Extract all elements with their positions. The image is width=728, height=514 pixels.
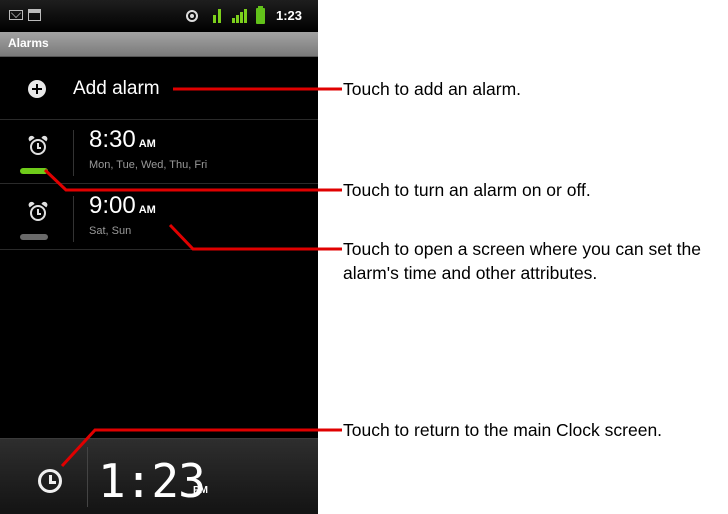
leader-line-toggle <box>43 168 342 192</box>
callout-toggle-alarm: Touch to turn an alarm on or off. <box>343 180 591 200</box>
callout-clock: Touch to return to the main Clock screen… <box>343 420 663 440</box>
leader-line-open <box>168 223 342 251</box>
leader-line-clock <box>60 428 342 468</box>
callout-open-alarm: Touch to open a screen where you can set… <box>343 239 702 283</box>
callout-add-alarm: Touch to add an alarm. <box>343 79 522 99</box>
